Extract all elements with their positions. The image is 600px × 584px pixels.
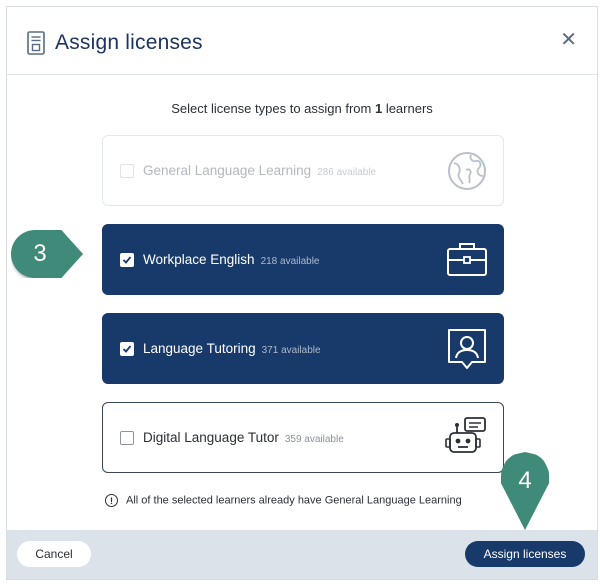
license-name: General Language Learning (143, 163, 312, 178)
notice-message: ! All of the selected learners already ha… (105, 494, 462, 507)
license-card-general-language-learning: General Language Learning 286 available (102, 135, 504, 206)
check-icon (122, 345, 132, 353)
license-label: Language Tutoring 371 available (143, 341, 321, 356)
license-label: Workplace English 218 available (143, 252, 320, 267)
assign-licenses-button[interactable]: Assign licenses (465, 541, 585, 567)
license-checkbox[interactable] (120, 342, 134, 356)
license-name: Digital Language Tutor (143, 430, 279, 445)
license-checkbox[interactable] (120, 431, 134, 445)
license-checkbox (120, 164, 134, 178)
license-document-icon (27, 31, 45, 55)
license-name: Language Tutoring (143, 341, 256, 356)
license-card-language-tutoring[interactable]: Language Tutoring 371 available (102, 313, 504, 384)
license-available: 218 available (260, 256, 320, 267)
info-exclamation-icon: ! (105, 494, 118, 507)
globe-icon (448, 152, 486, 190)
close-icon[interactable]: ✕ (560, 27, 577, 52)
dialog-footer: Cancel Assign licenses (7, 530, 597, 579)
notice-text: All of the selected learners already hav… (126, 494, 462, 507)
license-available: 359 available (284, 434, 344, 445)
license-label: General Language Learning 286 available (143, 163, 376, 178)
tutor-person-icon (448, 329, 486, 369)
subtitle-suffix: learners (382, 101, 433, 116)
license-name: Workplace English (143, 252, 255, 267)
license-available: 371 available (261, 345, 321, 356)
robot-icon (445, 417, 486, 453)
dialog-header: Assign licenses ✕ (7, 7, 597, 75)
dialog-subtitle: Select license types to assign from 1 le… (7, 101, 597, 116)
license-card-workplace-english[interactable]: Workplace English 218 available (102, 224, 504, 295)
briefcase-icon (447, 243, 487, 276)
check-icon (122, 256, 132, 264)
license-card-digital-language-tutor[interactable]: Digital Language Tutor 359 available (102, 402, 504, 473)
license-available: 286 available (317, 167, 377, 178)
license-label: Digital Language Tutor 359 available (143, 430, 344, 445)
subtitle-prefix: Select license types to assign from (171, 101, 375, 116)
license-checkbox[interactable] (120, 253, 134, 267)
dialog-title: Assign licenses (55, 31, 203, 54)
cancel-button[interactable]: Cancel (17, 541, 91, 567)
